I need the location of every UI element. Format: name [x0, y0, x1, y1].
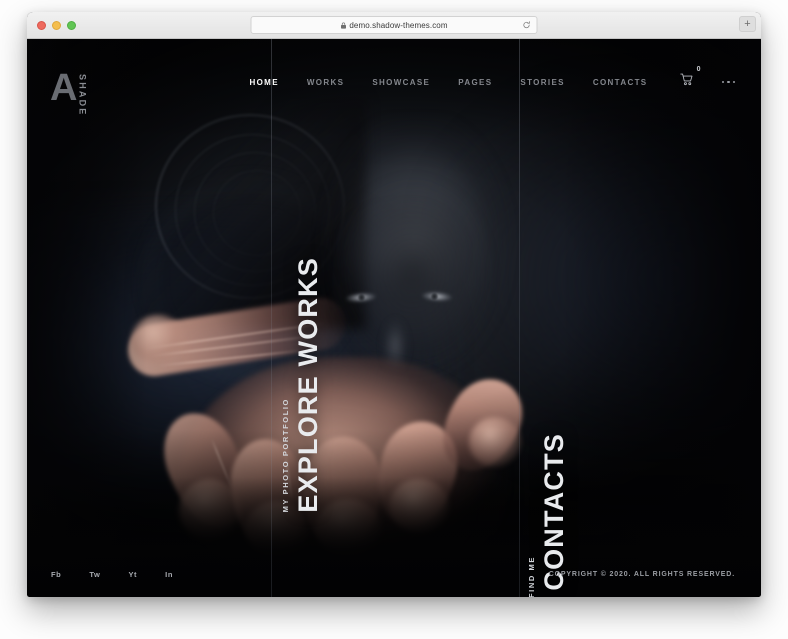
address-bar[interactable]: demo.shadow-themes.com — [250, 16, 538, 34]
browser-titlebar: demo.shadow-themes.com + — [27, 12, 761, 39]
cart-count-badge: 0 — [696, 66, 701, 73]
column-divider-left — [271, 39, 272, 597]
reload-icon[interactable] — [523, 16, 531, 34]
zoom-window-button[interactable] — [67, 21, 76, 30]
nav-item-showcase[interactable]: SHOWCASE — [358, 72, 444, 93]
url-text: demo.shadow-themes.com — [349, 20, 448, 30]
nav-item-home[interactable]: HOME — [235, 72, 292, 93]
main-navigation: HOME WORKS SHOWCASE PAGES STORIES CONTAC… — [235, 66, 744, 95]
nav-item-stories[interactable]: STORIES — [506, 72, 578, 93]
social-link-youtube[interactable]: Yt — [128, 565, 151, 584]
hero-background-image — [27, 39, 761, 597]
site-logo[interactable]: A SHADE — [50, 67, 88, 117]
site-footer: Fb Tw Yt In COPYRIGHT © 2020. ALL RIGHTS… — [27, 551, 761, 597]
nav-item-contacts[interactable]: CONTACTS — [579, 72, 662, 93]
site-header: A SHADE HOME WORKS SHOWCASE PAGES STORIE… — [27, 39, 761, 117]
logo-mark: A — [50, 67, 77, 109]
social-link-twitter[interactable]: Tw — [89, 565, 114, 584]
lock-icon — [340, 16, 346, 34]
close-window-button[interactable] — [37, 21, 46, 30]
column-divider-right — [519, 39, 520, 597]
cta-explore-works[interactable]: MY PHOTO PORTFOLIO EXPLORE WORKS — [281, 257, 324, 513]
address-bar-content: demo.shadow-themes.com — [340, 16, 448, 34]
window-controls — [37, 21, 76, 30]
nav-item-works[interactable]: WORKS — [293, 72, 358, 93]
logo-wordmark: SHADE — [77, 74, 88, 117]
social-link-linkedin[interactable]: In — [165, 565, 187, 584]
minimize-window-button[interactable] — [52, 21, 61, 30]
browser-window: demo.shadow-themes.com + A SHADE HOME WO… — [27, 12, 761, 597]
social-link-facebook[interactable]: Fb — [51, 565, 75, 584]
cta-works-subtitle: MY PHOTO PORTFOLIO — [281, 398, 290, 513]
shopping-cart-icon — [679, 73, 694, 90]
new-tab-button[interactable]: + — [739, 16, 756, 32]
ellipsis-icon[interactable] — [714, 75, 744, 90]
website-viewport: A SHADE HOME WORKS SHOWCASE PAGES STORIE… — [27, 39, 761, 597]
cta-works-title: EXPLORE WORKS — [293, 257, 323, 513]
nav-item-pages[interactable]: PAGES — [444, 72, 506, 93]
social-links: Fb Tw Yt In — [51, 565, 201, 584]
cart-button[interactable]: 0 — [672, 66, 702, 95]
copyright-text: COPYRIGHT © 2020. ALL RIGHTS RESERVED. — [548, 570, 735, 578]
